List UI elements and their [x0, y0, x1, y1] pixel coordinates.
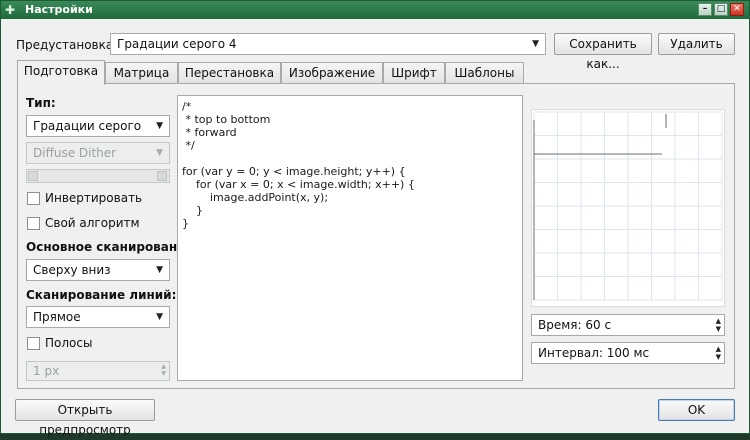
preset-value: Градации серого 4 [117, 37, 237, 51]
chevron-down-icon[interactable]: ▼ [716, 354, 721, 361]
invert-checkbox[interactable] [27, 192, 40, 205]
scan-preview [531, 109, 725, 307]
chevron-down-icon[interactable]: ▼ [716, 326, 721, 333]
preview-grid [533, 111, 723, 301]
line-scan-select[interactable]: Прямое ▼ [26, 306, 170, 328]
type-select[interactable]: Градации серого ▼ [26, 115, 170, 137]
tab-font[interactable]: Шрифт [383, 62, 445, 84]
chevron-down-icon: ▼ [156, 312, 163, 322]
app-icon: ✚ [5, 3, 16, 17]
stripe-width-value: 1 px [33, 364, 60, 378]
chevron-down-icon: ▼ [532, 39, 539, 49]
chevron-down-icon: ▼ [156, 148, 163, 158]
open-preview-button[interactable]: Открыть предпросмотр [15, 399, 155, 437]
chevron-down-icon: ▼ [156, 265, 163, 275]
window-title: Настройки [25, 3, 93, 16]
type-value: Градации серого [33, 119, 142, 133]
ok-button[interactable]: OK [658, 399, 735, 421]
interval-spinbox[interactable]: Интервал: 100 мс ▲ ▼ [531, 342, 725, 364]
tab-permutation[interactable]: Перестановка [178, 62, 281, 84]
main-scan-label: Основное сканирование: [26, 240, 199, 254]
tab-templates[interactable]: Шаблоны [445, 62, 524, 84]
script-editor[interactable]: /* * top to bottom * forward */ for (var… [177, 95, 523, 381]
custom-algo-label: Свой алгоритм [45, 216, 140, 230]
type-label: Тип: [26, 96, 56, 110]
tab-preparation[interactable]: Подготовка [17, 60, 105, 85]
line-scan-label: Сканирование линий: [26, 288, 177, 302]
stripes-label: Полосы [45, 336, 93, 350]
chevron-up-icon[interactable]: ▲ [716, 346, 721, 353]
dither-select: Diffuse Dither ▼ [26, 142, 170, 164]
slider-handle-left [28, 171, 38, 181]
title-bar[interactable]: ✚ Настройки – □ ✕ [1, 1, 749, 19]
minimize-button[interactable]: – [698, 3, 712, 16]
line-scan-value: Прямое [33, 310, 81, 324]
time-spinbox[interactable]: Время: 60 с ▲ ▼ [531, 314, 725, 336]
chevron-down-icon: ▼ [161, 370, 166, 377]
save-as-button[interactable]: Сохранить как... [554, 33, 652, 71]
tab-image[interactable]: Изображение [281, 62, 383, 84]
delete-button[interactable]: Удалить [658, 33, 735, 55]
preset-label: Предустановка: [16, 38, 118, 52]
chevron-down-icon: ▼ [156, 121, 163, 131]
time-value: Время: 60 с [538, 318, 612, 332]
stripe-width-stepper: 1 px ▲ ▼ [26, 361, 170, 381]
main-scan-value: Сверху вниз [33, 263, 111, 277]
chevron-up-icon[interactable]: ▲ [716, 318, 721, 325]
maximize-button[interactable]: □ [714, 3, 728, 16]
interval-value: Интервал: 100 мс [538, 346, 650, 360]
stripes-checkbox[interactable] [27, 337, 40, 350]
slider-handle-right [157, 171, 167, 181]
dither-slider [26, 169, 170, 183]
close-button[interactable]: ✕ [730, 3, 744, 16]
custom-algo-checkbox[interactable] [27, 217, 40, 230]
main-scan-select[interactable]: Сверху вниз ▼ [26, 259, 170, 281]
dither-value: Diffuse Dither [33, 146, 117, 160]
invert-label: Инвертировать [45, 191, 143, 205]
tab-matrix[interactable]: Матрица [105, 62, 178, 84]
preset-select[interactable]: Градации серого 4 ▼ [110, 33, 546, 55]
settings-window: ✚ Настройки – □ ✕ Предустановка: Градаци… [0, 0, 750, 437]
